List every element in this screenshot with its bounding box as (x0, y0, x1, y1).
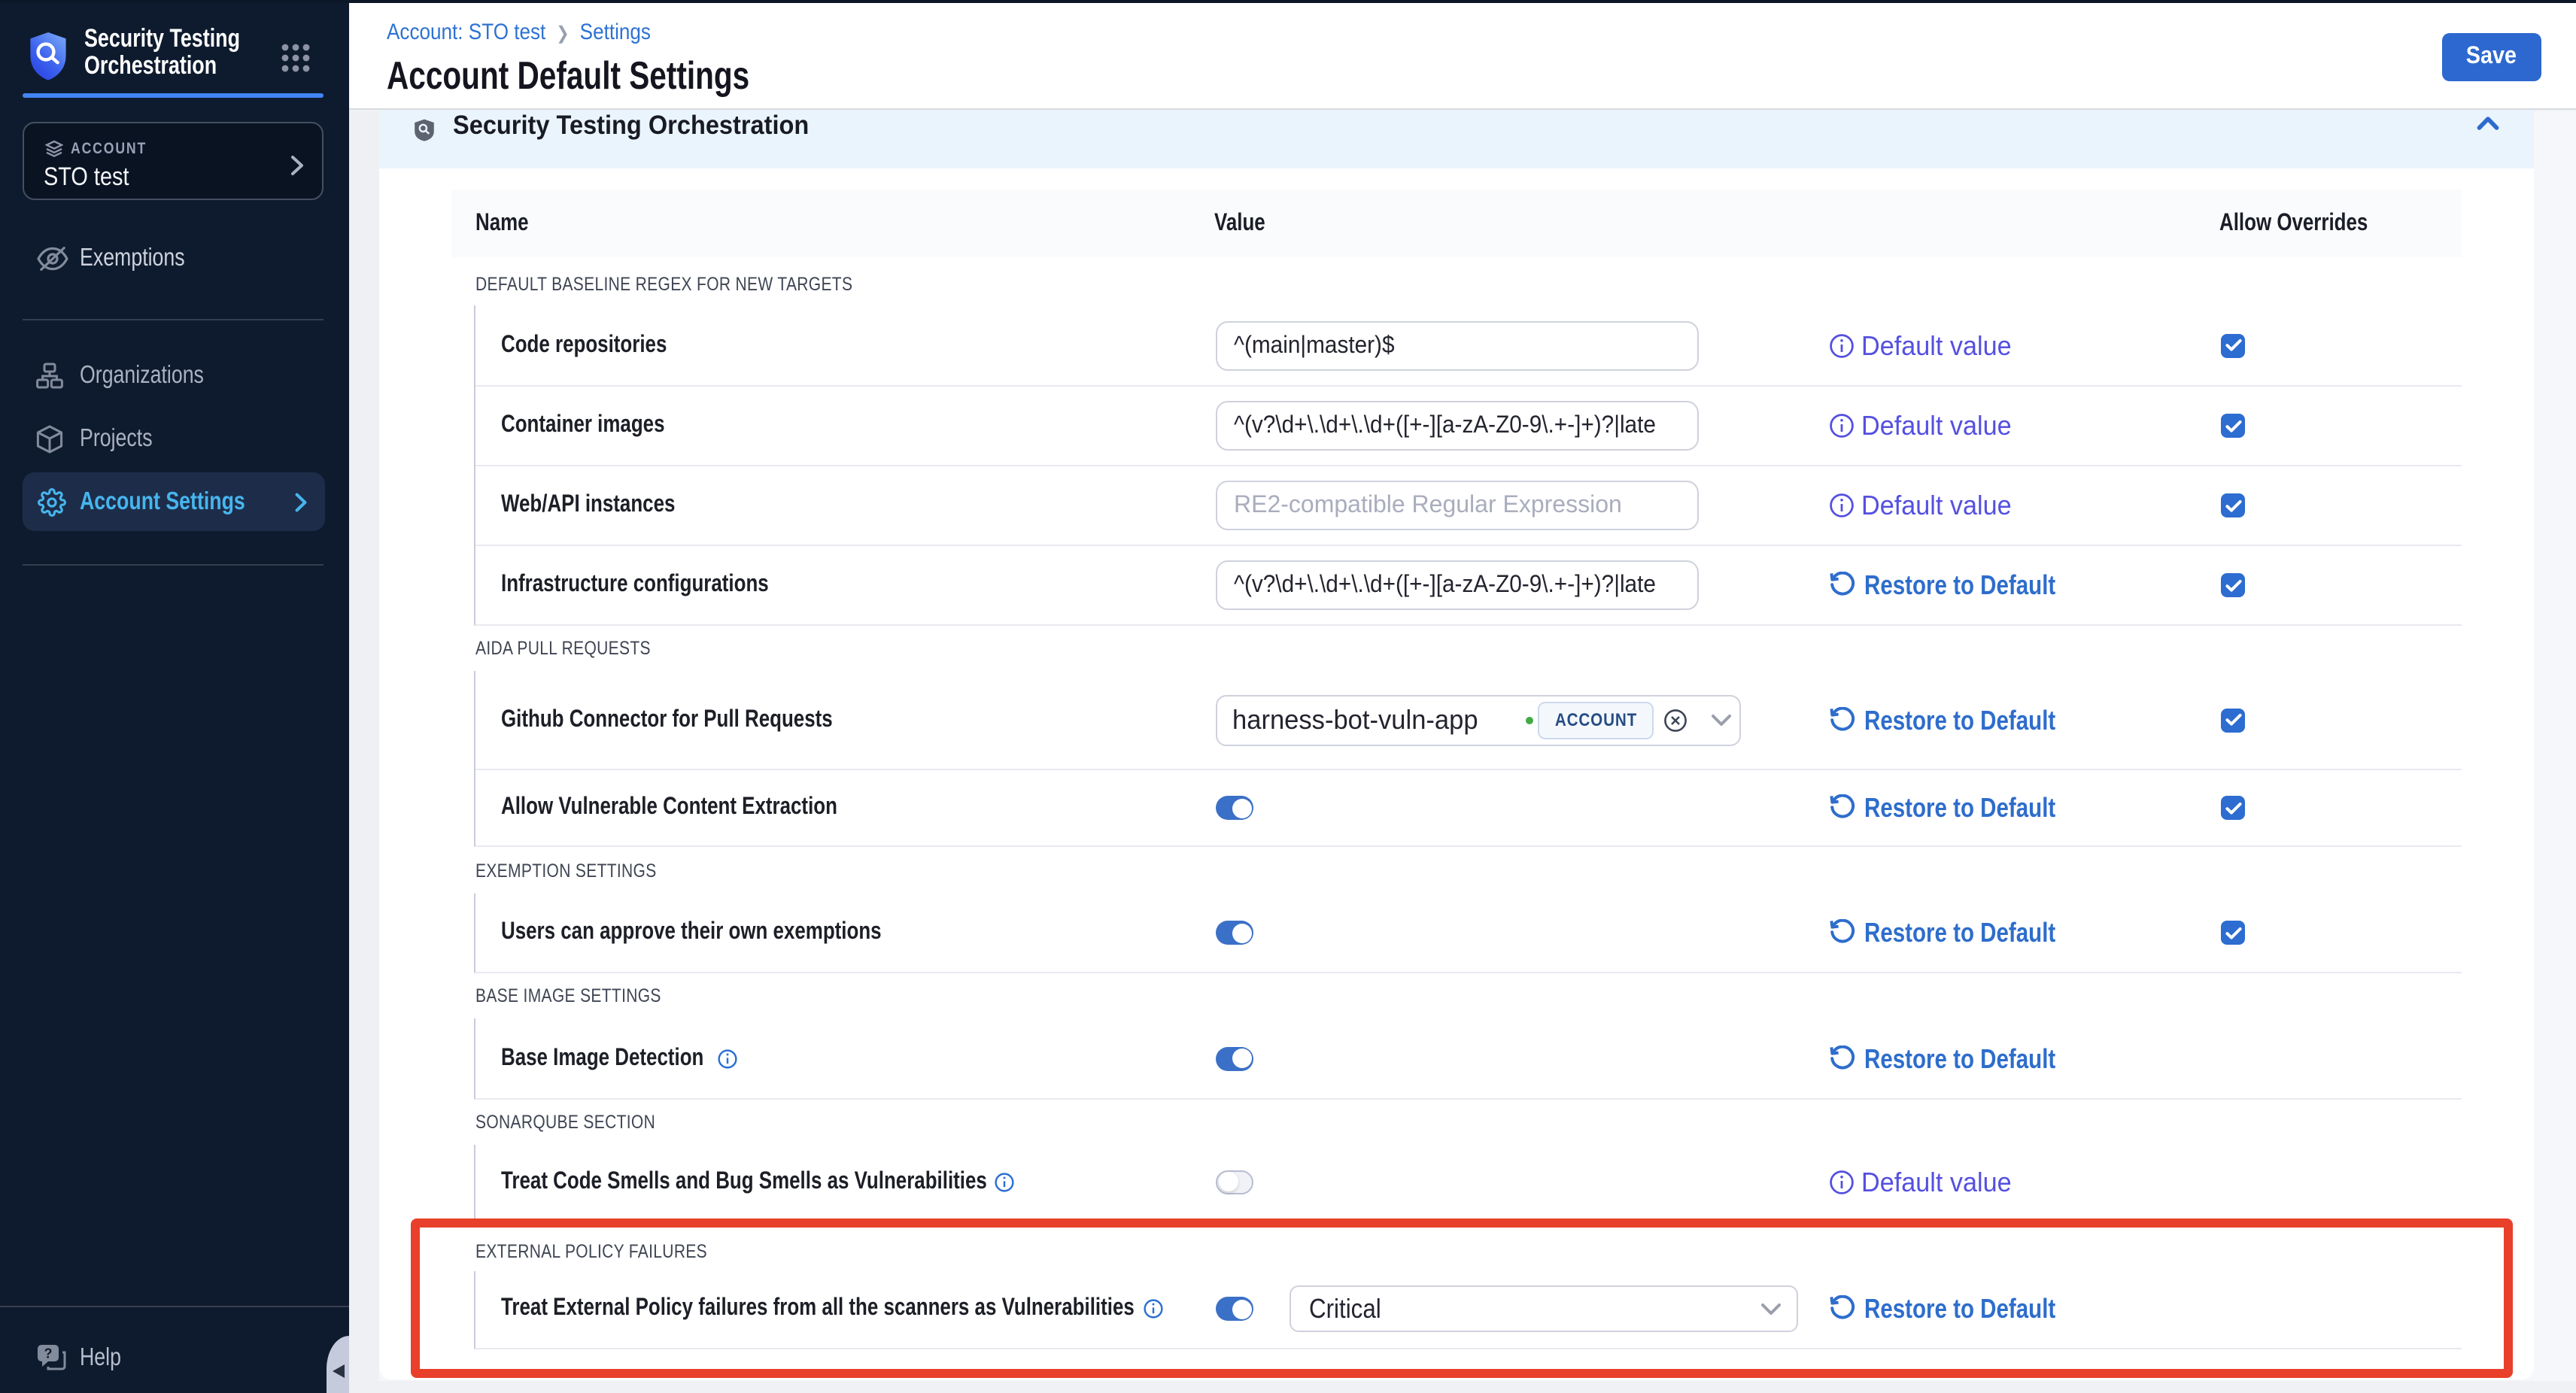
svg-text:?: ? (44, 1346, 53, 1361)
